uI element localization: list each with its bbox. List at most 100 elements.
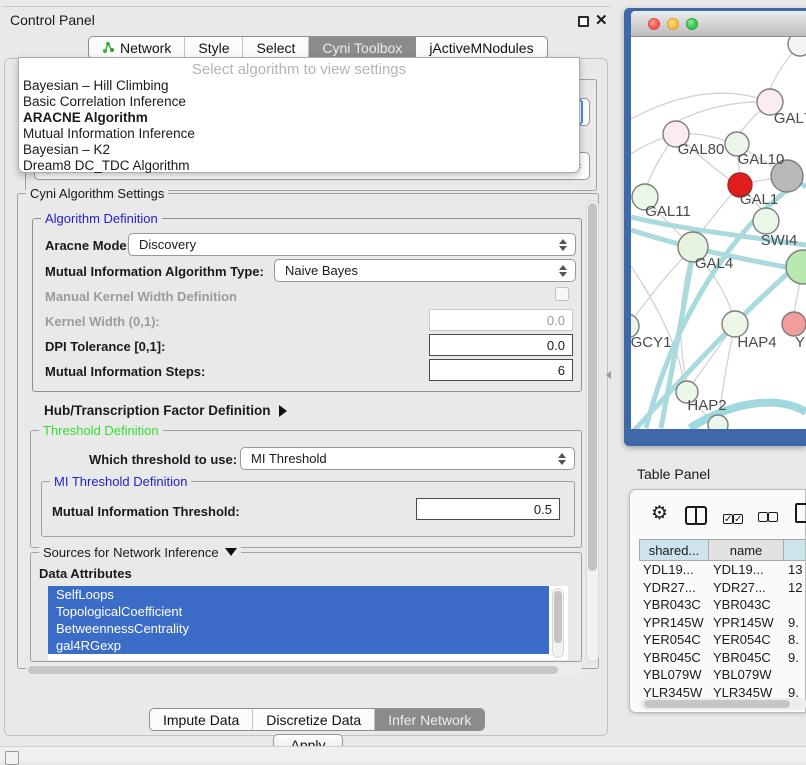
hub-definition-label: Hub/Transcription Factor Definition <box>44 403 271 418</box>
tab-select[interactable]: Select <box>243 37 309 58</box>
tab-network[interactable]: Network <box>89 37 185 58</box>
node-label-gal11: GAL11 <box>645 203 691 220</box>
algorithm-option[interactable]: ARACNE Algorithm <box>19 110 579 126</box>
settings-group-title: Cyni Algorithm Settings <box>26 186 168 201</box>
select-all-checkboxes-icon[interactable]: ✓✓ <box>723 510 743 525</box>
settings-vscrollbar[interactable] <box>586 200 599 662</box>
attribute-list-vscrollbar[interactable] <box>552 588 564 658</box>
which-threshold-select[interactable]: MI Threshold <box>240 447 575 470</box>
float-panel-icon[interactable] <box>578 16 589 27</box>
mi-steps-label: Mutual Information Steps: <box>45 364 205 379</box>
algorithm-option[interactable]: Bayesian – K2 <box>19 142 579 158</box>
algorithm-definition-group: Algorithm Definition Aracne Mode: Discov… <box>32 218 582 392</box>
tab-label: Cyni Toolbox <box>322 40 402 56</box>
table-row[interactable]: YDR27...YDR27...12 <box>639 579 805 597</box>
table-cell: YBR045C <box>639 649 709 667</box>
network-node-n-mid[interactable] <box>753 208 779 234</box>
threshold-definition-title: Threshold Definition <box>39 423 163 438</box>
table-row[interactable]: YBR045CYBR045C9. <box>639 649 805 667</box>
tab-label: Select <box>256 40 295 56</box>
minimize-traffic-light[interactable] <box>667 18 679 30</box>
tab-cyni-toolbox[interactable]: Cyni Toolbox <box>309 37 416 58</box>
algorithm-option[interactable]: Dream8 DC_TDC Algorithm <box>19 158 579 174</box>
dpi-tolerance-field[interactable]: 0.0 <box>429 334 573 356</box>
table-row[interactable]: YBR043CYBR043C <box>639 596 805 614</box>
dpi-tolerance-value: 0.0 <box>547 338 565 353</box>
algorithm-option[interactable]: Mutual Information Inference <box>19 126 579 142</box>
data-attribute-item[interactable]: BetweennessCentrality <box>48 620 549 637</box>
table-cell: YBR043C <box>709 596 784 614</box>
table-cell: YPR145W <box>639 614 709 632</box>
dpi-tolerance-label: DPI Tolerance [0,1]: <box>45 339 165 354</box>
table-cell: YDL19... <box>709 561 784 579</box>
status-strip <box>0 746 806 762</box>
tab-style[interactable]: Style <box>185 37 243 58</box>
threshold-definition-group: Threshold Definition Which threshold to … <box>30 430 582 548</box>
table-cell: YBR045C <box>709 649 784 667</box>
table-header-row: shared...nameA <box>639 539 805 561</box>
tab-jactivemnodules[interactable]: jActiveMNodules <box>416 37 546 58</box>
restore-panel-icon[interactable] <box>5 751 19 765</box>
split-columns-icon[interactable] <box>685 506 707 525</box>
network-node-swi4[interactable] <box>786 250 806 284</box>
tab-label: jActiveMNodules <box>429 40 533 56</box>
table-panel-title: Table Panel <box>637 466 710 482</box>
table-cell: 8. <box>784 631 805 649</box>
network-node-n-top[interactable] <box>788 37 806 56</box>
tab-impute-data[interactable]: Impute Data <box>150 709 253 730</box>
kernel-width-field[interactable]: 0.0 <box>429 309 573 331</box>
tab-discretize-data[interactable]: Discretize Data <box>253 709 375 730</box>
tab-label: Style <box>198 40 229 56</box>
zoom-traffic-light[interactable] <box>686 18 698 30</box>
network-canvas[interactable]: GAL7GAL80GAL10GAL1GAL11GAL4SWI4GCY1HAP4Y… <box>631 37 806 429</box>
table-cell: YBL079W <box>639 666 709 684</box>
column-header[interactable]: shared... <box>639 539 709 561</box>
tab-label: Infer Network <box>388 712 471 728</box>
panel-tabs: Network Style Select Cyni Toolbox jActiveMNo… <box>88 36 548 59</box>
table-row[interactable]: YBL079WYBL079W <box>639 666 805 684</box>
column-header[interactable]: name <box>709 539 784 561</box>
network-edge[interactable] <box>676 102 770 122</box>
table-row[interactable]: YDL19...YDL19...13 <box>639 561 805 579</box>
hub-definition-toggle[interactable]: Hub/Transcription Factor Definition <box>44 403 287 418</box>
close-traffic-light[interactable] <box>648 18 660 30</box>
close-panel-icon[interactable]: ✕ <box>595 11 608 29</box>
column-header[interactable]: A <box>784 539 805 561</box>
mi-threshold-field[interactable]: 0.5 <box>416 498 560 520</box>
network-window-titlebar[interactable] <box>631 11 806 37</box>
node-label-swi4: SWI4 <box>761 232 798 249</box>
table-row[interactable]: YLR345WYLR345W9. <box>639 684 805 700</box>
table-row[interactable]: YER054CYER054C8. <box>639 631 805 649</box>
dropdown-placeholder: Select algorithm to view settings <box>19 58 579 78</box>
mi-type-select[interactable]: Naive Bayes <box>274 259 576 282</box>
table-cell: YBR043C <box>639 596 709 614</box>
network-edge[interactable] <box>631 93 758 119</box>
mi-threshold-group: MI Threshold Definition Mutual Informati… <box>41 481 575 537</box>
sources-group-title[interactable]: Sources for Network Inference <box>39 545 241 560</box>
table-cell: YDL19... <box>639 561 709 579</box>
which-threshold-label: Which threshold to use: <box>89 452 237 467</box>
aracne-mode-select[interactable]: Discovery <box>128 233 576 256</box>
network-view-window[interactable]: GAL7GAL80GAL10GAL1GAL11GAL4SWI4GCY1HAP4Y… <box>624 8 806 446</box>
network-node-n-bot[interactable] <box>708 415 728 429</box>
network-node-y[interactable] <box>782 312 806 336</box>
data-attribute-item[interactable]: TopologicalCoefficient <box>48 603 549 620</box>
table-cell: YER054C <box>639 631 709 649</box>
splitter-collapse-arrow[interactable] <box>606 371 611 379</box>
tab-infer-network[interactable]: Infer Network <box>375 709 484 730</box>
algorithm-option[interactable]: Basic Correlation Inference <box>19 94 579 110</box>
algorithm-option[interactable]: Bayesian – Hill Climbing <box>19 78 579 94</box>
table-hscrollbar[interactable] <box>640 698 806 710</box>
manual-kernel-checkbox[interactable] <box>555 287 569 301</box>
deselect-all-checkboxes-icon[interactable] <box>758 510 778 525</box>
table-row[interactable]: YPR145WYPR145W9. <box>639 614 805 632</box>
data-attribute-item[interactable]: gal4RGexp <box>48 637 549 654</box>
export-table-icon[interactable] <box>795 503 806 523</box>
kernel-width-value: 0.0 <box>547 313 565 328</box>
table-cell <box>784 596 805 614</box>
settings-hscrollbar[interactable] <box>26 664 582 676</box>
data-attribute-item[interactable]: SelfLoops <box>48 586 549 603</box>
mi-steps-field[interactable]: 6 <box>429 359 573 381</box>
node-label-gal10: GAL10 <box>738 151 785 168</box>
gear-icon[interactable]: ⚙ <box>651 504 668 523</box>
